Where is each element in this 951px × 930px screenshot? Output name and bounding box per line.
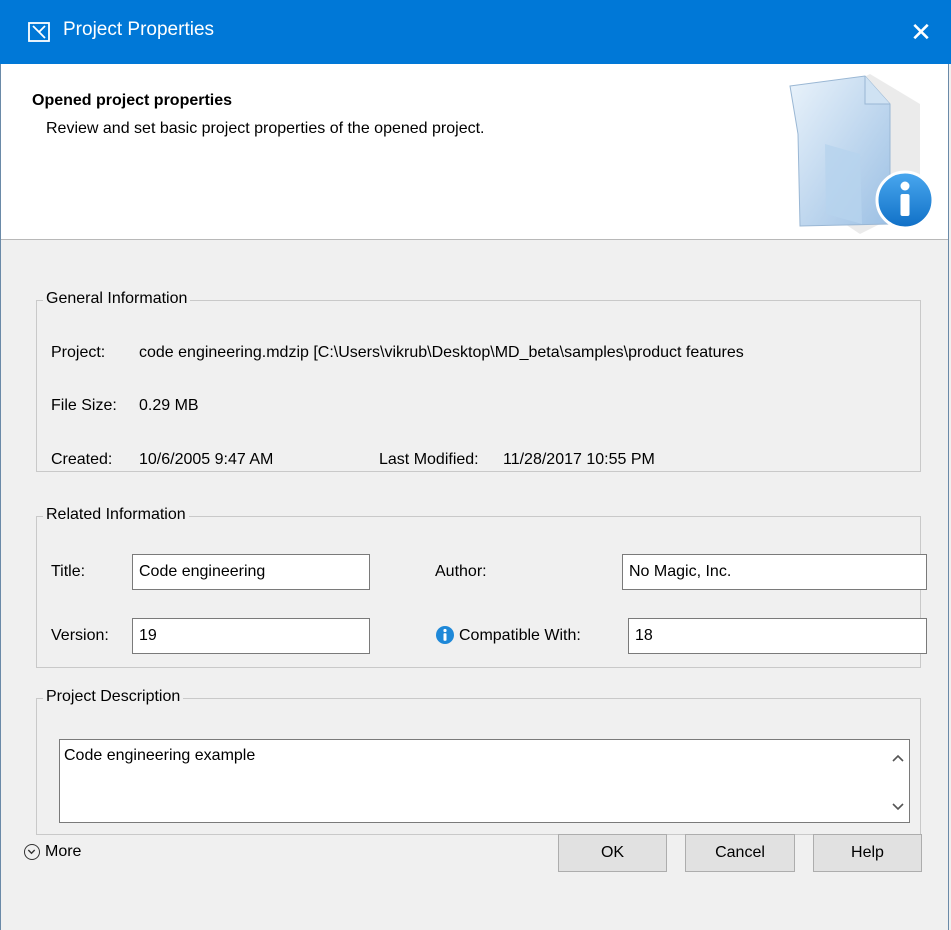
project-description-legend: Project Description [43, 688, 184, 706]
last-modified-label: Last Modified: [379, 451, 479, 468]
last-modified-value: 11/28/2017 10:55 PM [503, 451, 655, 468]
document-info-icon [789, 74, 935, 234]
created-label: Created: [51, 451, 113, 468]
version-field[interactable]: 19 [132, 618, 370, 654]
window-title: Project Properties [63, 19, 215, 40]
author-field[interactable]: No Magic, Inc. [622, 554, 927, 590]
compatible-with-field[interactable]: 18 [628, 618, 927, 654]
description-scrollbar[interactable] [887, 740, 909, 822]
more-label: More [45, 843, 82, 860]
chevron-down-icon[interactable] [887, 798, 909, 814]
help-button[interactable]: Help [813, 834, 922, 872]
cancel-button[interactable]: Cancel [685, 834, 795, 872]
created-value: 10/6/2005 9:47 AM [139, 451, 274, 468]
info-icon [435, 625, 455, 650]
ok-button[interactable]: OK [558, 834, 667, 872]
project-value: code engineering.mdzip [C:\Users\vikrub\… [139, 344, 744, 361]
description-text: Code engineering example [64, 747, 256, 764]
more-button[interactable]: More [24, 843, 81, 861]
related-information-legend: Related Information [43, 506, 189, 524]
file-size-label: File Size: [51, 397, 117, 414]
general-information-group: General Information Project: code engine… [36, 290, 921, 472]
file-size-value: 0.29 MB [139, 397, 199, 414]
description-textarea[interactable]: Code engineering example [59, 739, 910, 823]
chevron-down-circle-icon [24, 843, 40, 860]
dialog-body: Opened project properties Review and set… [0, 64, 949, 930]
project-label: Project: [51, 344, 106, 361]
chevron-up-icon[interactable] [887, 749, 909, 765]
project-icon [28, 22, 50, 42]
project-description-group: Project Description Code engineering exa… [36, 688, 921, 835]
version-label: Version: [51, 627, 109, 644]
close-icon[interactable]: ✕ [891, 0, 951, 64]
title-bar: Project Properties ✕ [0, 0, 951, 64]
title-field[interactable]: Code engineering [132, 554, 370, 590]
header-banner: Opened project properties Review and set… [1, 64, 948, 240]
title-label: Title: [51, 563, 86, 580]
header-title: Opened project properties [32, 92, 233, 109]
general-information-legend: General Information [43, 290, 191, 308]
author-label: Author: [435, 563, 487, 580]
compatible-with-label: Compatible With: [459, 627, 581, 644]
header-description: Review and set basic project properties … [46, 120, 485, 137]
related-information-group: Related Information Title: Code engineer… [36, 506, 927, 668]
